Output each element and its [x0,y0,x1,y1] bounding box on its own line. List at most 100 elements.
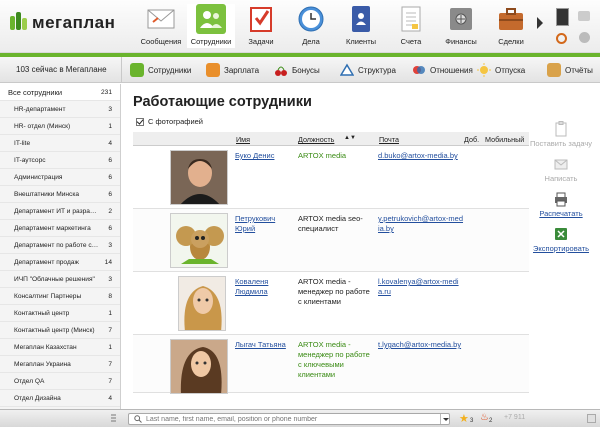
top-bar: мегаплан Сообщения Сотрудники Задачи Дел… [0,0,600,53]
sidebar-item[interactable]: Департамент ИТ и разра… 2 [0,203,120,220]
envelope-icon [554,159,568,170]
table-row: Буко Денис ARTOX media d.buko@artox-medi… [133,146,529,209]
global-search[interactable] [128,413,450,425]
sidebar-item[interactable]: Контактный центр 1 [0,305,120,322]
sidebar-item-label: Департамент маркетинга [14,224,91,232]
sidebar-item-count: 4 [108,139,112,147]
module-label: Дела [302,37,320,46]
envelope-icon [146,4,176,34]
user-avatar[interactable] [556,8,569,26]
with-photo-filter[interactable]: С фотографией [136,117,203,126]
logo-mark-icon [10,12,30,34]
module-label: Сообщения [140,37,182,46]
page-title: Работающие сотрудники [133,94,312,110]
module-label: Финансы [445,37,477,46]
with-photo-checkbox[interactable] [136,117,144,126]
panel-toggle-icon[interactable] [587,414,596,423]
employee-photo[interactable] [170,213,228,268]
sidebar-item-label: HR-департамент [14,105,66,113]
sidebar-item[interactable]: HR- отдел (Минск) 1 [0,118,120,135]
sidebar-item[interactable]: HR-департамент 3 [0,101,120,118]
fire-icon[interactable]: ♨ [480,412,489,423]
module-todos[interactable]: Дела [287,4,335,48]
subnav-reports[interactable]: Отчёты [547,62,593,78]
employee-photo[interactable] [170,150,228,205]
star-icon[interactable]: ★ [459,412,469,425]
sun-icon [477,63,491,77]
subnav-vacations[interactable]: Отпуска [477,62,525,78]
settings-icon[interactable] [556,33,567,44]
employee-name[interactable]: Лыгач Татьяна [235,340,293,350]
sidebar-item-count: 7 [108,360,112,368]
sidebar-item[interactable]: IT-lite 4 [0,135,120,152]
sidebar-item[interactable]: Контактный центр (Минск) 7 [0,322,120,339]
sidebar-item[interactable]: Мегаплан Украина 7 [0,356,120,373]
employee-name[interactable]: Петрукович Юрий [235,214,293,234]
help-icon[interactable] [579,32,590,43]
sidebar-item-all[interactable]: Все сотрудники 231 [0,84,120,101]
module-employees[interactable]: Сотрудники [187,4,235,48]
sidebar-item-count: 1 [108,343,112,351]
sidebar-item[interactable]: Департамент продаж 14 [0,254,120,271]
sidebar-item[interactable]: IT-аутсорс 6 [0,152,120,169]
employee-email[interactable]: l.kovalenya@artox-media.ru [378,277,463,297]
write-message-button[interactable]: Написать [527,156,595,183]
sidebar-item-label: Контактный центр (Минск) [14,326,95,334]
export-button[interactable]: Экспортировать [527,226,595,253]
sidebar-item-label: Мегаплан Украина [14,360,71,368]
subnav-relations[interactable]: Отношения [412,62,473,78]
column-name[interactable]: Имя [236,135,250,144]
subnav-bonuses[interactable]: Бонусы [274,62,320,78]
sidebar-item-count: 6 [108,224,112,232]
add-task-button[interactable]: Поставить задачу [527,121,595,148]
sidebar-item-label: HR- отдел (Минск) [14,122,71,130]
employee-photo[interactable] [170,339,228,394]
subnav-employees[interactable]: Сотрудники [130,62,191,78]
column-email[interactable]: Почта [379,135,399,144]
module-deals[interactable]: Сделки [487,4,535,48]
sidebar-item[interactable]: Внештатники Минска 6 [0,186,120,203]
column-position[interactable]: Должность [298,135,334,144]
app-logo[interactable]: мегаплан [10,12,115,34]
search-dropdown-icon[interactable] [440,414,449,424]
employee-photo[interactable] [178,276,226,331]
logo-text: мегаплан [32,13,116,32]
module-clients[interactable]: Клиенты [337,4,385,48]
subnav-label: Отпуска [495,65,526,75]
sidebar-item[interactable]: Департамент маркетинга 6 [0,220,120,237]
module-finances[interactable]: Финансы [437,4,485,48]
sidebar-item[interactable]: Отдел Дизайна 4 [0,390,120,407]
sort-icon[interactable]: ▲▼ [344,135,356,141]
subnav-structure[interactable]: Структура [339,62,396,78]
sidebar-item[interactable]: Департамент по работе с… 3 [0,237,120,254]
subnav-salary[interactable]: Зарплата [206,62,259,78]
table-row: Лыгач Татьяна ARTOX media - менеджер по … [133,335,529,394]
table-row: Петрукович Юрий ARTOX media seo-специали… [133,209,529,272]
module-tasks[interactable]: Задачи [237,4,285,48]
sidebar-item[interactable]: Отдел QA 7 [0,373,120,390]
employee-email[interactable]: y.petrukovich@artox-media.by [378,214,463,234]
modules-scroll-right-icon[interactable] [537,17,543,29]
sidebar-item-count: 8 [108,292,112,300]
module-messages[interactable]: Сообщения [137,4,185,48]
sidebar-item-label: Консалтинг Партнеры [14,292,82,300]
sidebar-item[interactable]: Консалтинг Партнеры 8 [0,288,120,305]
table-header: Имя Должность ▲▼ Почта Доб. Мобильный [133,132,529,146]
subnav-label: Бонусы [292,65,320,75]
sidebar-item[interactable]: ИЧП "Облачные решения" 3 [0,271,120,288]
print-button[interactable]: Распечатать [527,191,595,218]
employee-name[interactable]: Буко Денис [235,151,293,161]
sidebar-item-count: 14 [104,258,112,266]
search-input[interactable] [146,415,436,423]
employee-email[interactable]: d.buko@artox-media.by [378,151,463,161]
sidebar-item[interactable]: Администрация 6 [0,169,120,186]
module-invoices[interactable]: Счета [387,4,435,48]
employee-name[interactable]: Коваленя Людмила [235,277,293,297]
notifications-icon[interactable] [578,11,590,21]
employee-position: ARTOX media - менеджер по работе с клиен… [298,277,370,306]
online-count[interactable]: 103 сейчас в Мегаплане [0,57,122,83]
column-ext: Доб. [464,135,480,144]
grip-icon[interactable] [110,414,117,423]
employee-email[interactable]: t.lygach@artox-media.by [378,340,463,350]
sidebar-item[interactable]: Мегаплан Казахстан 1 [0,339,120,356]
